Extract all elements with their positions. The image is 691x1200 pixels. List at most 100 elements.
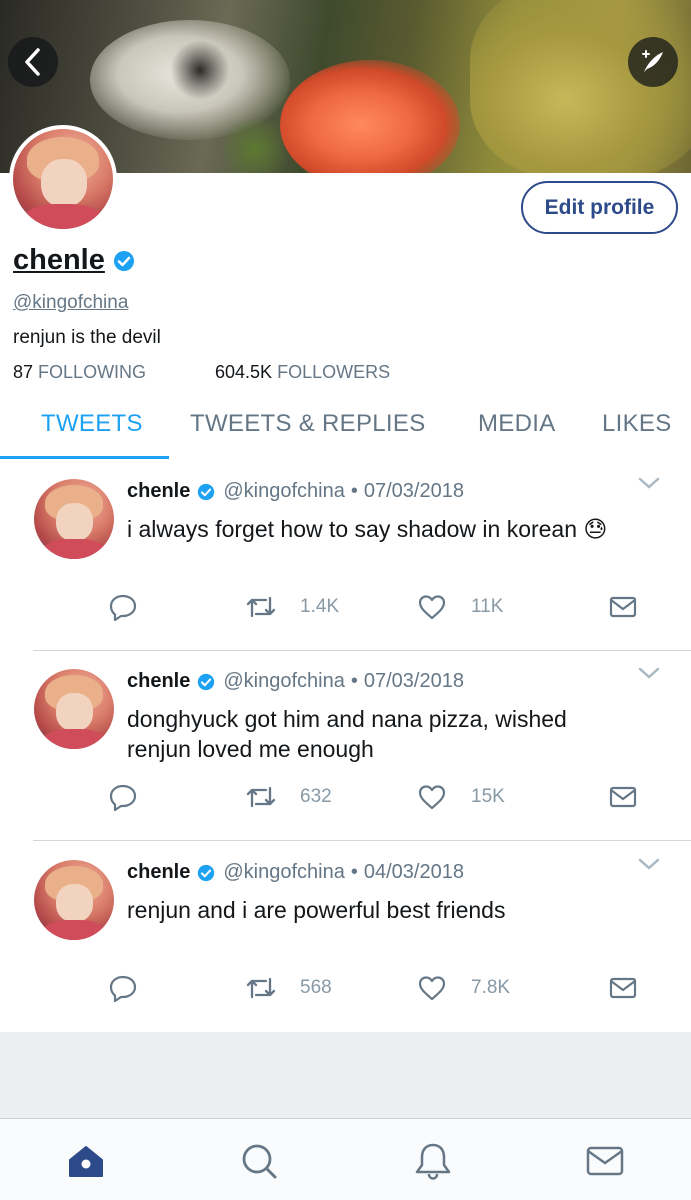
sweat-emoji: 😓 [583,516,608,542]
tweet-text: renjun and i are powerful best friends [127,897,506,923]
profile-name-row: chenle [13,244,135,277]
tweet-actions: 568 7.8K [0,973,691,1009]
chevron-left-icon [25,48,40,76]
tweet-meta: chenle @kingofchina • 07/03/2018 [127,480,464,503]
retweet-button[interactable]: 1.4K [244,592,339,622]
tweet-divider [33,840,691,841]
tweet-meta: chenle @kingofchina • 04/03/2018 [127,861,464,884]
reply-icon [109,594,137,622]
profile-display-name: chenle [13,244,105,276]
like-count: 15K [471,786,505,807]
tab-likes[interactable]: LIKES [602,410,672,438]
tweet-author-name[interactable]: chenle [127,861,190,884]
direct-message-button[interactable] [608,973,638,1003]
profile-tabs: TWEETS TWEETS & REPLIES MEDIA LIKES [0,398,691,462]
tweet[interactable]: chenle @kingofchina • 07/03/2018 donghyu… [0,652,691,842]
tab-tweets-replies[interactable]: TWEETS & REPLIES [190,410,426,438]
retweet-button[interactable]: 568 [244,973,332,1003]
edit-profile-button[interactable]: Edit profile [521,181,678,234]
tweet-avatar[interactable] [34,669,114,749]
heart-icon [418,785,446,810]
retweet-icon [246,786,276,808]
search-icon [242,1144,277,1179]
mail-icon [609,977,637,999]
tweet-author-name[interactable]: chenle [127,670,190,693]
meta-separator: • [350,861,358,883]
like-button[interactable]: 15K [417,782,505,812]
reply-button[interactable] [108,782,138,812]
profile-handle[interactable]: @kingofchina [13,292,128,314]
meta-separator: • [350,480,358,502]
reply-button[interactable] [108,592,138,622]
like-count: 11K [471,596,504,617]
mail-icon [609,786,637,808]
tweet-actions: 1.4K 11K [0,592,691,628]
heart-icon [418,595,446,620]
retweet-icon [246,977,276,999]
following-label: FOLLOWING [38,362,147,382]
tweet-text: donghyuck got him and nana pizza, wished… [127,706,567,762]
meta-separator: • [350,670,358,692]
verified-badge-icon [197,483,215,501]
profile-bio: renjun is the devil [13,327,161,348]
compose-quill-icon [642,50,663,72]
home-icon [69,1146,103,1177]
tweet[interactable]: chenle @kingofchina • 07/03/2018 i alway… [0,462,691,652]
heart-icon [418,976,446,1001]
reply-button[interactable] [108,973,138,1003]
like-count: 7.8K [471,977,511,998]
followers-count: 604.5K [215,362,273,382]
mail-icon [586,1146,624,1176]
tweet-avatar[interactable] [34,860,114,940]
reply-icon [109,975,137,1003]
bottom-nav [0,1118,691,1200]
nav-notifications[interactable] [413,1141,453,1181]
retweet-count: 632 [300,786,332,807]
tab-tweets[interactable]: TWEETS [41,410,143,438]
nav-search[interactable] [239,1141,279,1181]
verified-badge-icon [113,250,135,272]
following-count: 87 [13,362,34,382]
tweet-divider [33,650,691,651]
tweet-author-handle[interactable]: @kingofchina [223,480,344,503]
tweet-menu-chevron-down-icon[interactable] [638,857,660,876]
tweet-menu-chevron-down-icon[interactable] [638,666,660,685]
following-stat[interactable]: 87 FOLLOWING [13,362,146,383]
direct-message-button[interactable] [608,782,638,812]
timeline-end-area [0,1032,691,1118]
tweet-text: i always forget how to say shadow in kor… [127,514,667,544]
back-button[interactable] [8,37,58,87]
like-button[interactable]: 7.8K [417,973,510,1003]
tweet-actions: 632 15K [0,782,691,818]
tweet-date: 07/03/2018 [363,670,464,692]
tab-media[interactable]: MEDIA [478,410,556,438]
like-button[interactable]: 11K [417,592,503,622]
tweet-menu-chevron-down-icon[interactable] [638,476,660,495]
direct-message-button[interactable] [608,592,638,622]
verified-badge-icon [197,864,215,882]
tweet[interactable]: chenle @kingofchina • 04/03/2018 renjun … [0,843,691,1033]
nav-home[interactable] [66,1141,106,1181]
tweet-date: 07/03/2018 [363,480,464,502]
tweet-date: 04/03/2018 [363,861,464,883]
bell-icon [415,1143,451,1180]
tweet-author-name[interactable]: chenle [127,480,190,503]
profile-avatar[interactable] [9,125,117,233]
retweet-button[interactable]: 632 [244,782,332,812]
followers-stat[interactable]: 604.5K FOLLOWERS [215,362,390,383]
verified-badge-icon [197,673,215,691]
followers-label: FOLLOWERS [277,362,391,382]
mail-icon [609,596,637,618]
tweet-meta: chenle @kingofchina • 07/03/2018 [127,670,464,693]
retweet-count: 568 [300,977,332,998]
compose-button[interactable] [628,37,678,87]
retweet-count: 1.4K [300,596,340,617]
tweet-author-handle[interactable]: @kingofchina [223,670,344,693]
active-tab-indicator [0,456,169,459]
nav-messages[interactable] [585,1141,625,1181]
reply-icon [109,784,137,812]
tweet-text-body: i always forget how to say shadow in kor… [127,516,578,542]
tweet-avatar[interactable] [34,479,114,559]
retweet-icon [246,596,276,618]
tweet-author-handle[interactable]: @kingofchina [223,861,344,884]
